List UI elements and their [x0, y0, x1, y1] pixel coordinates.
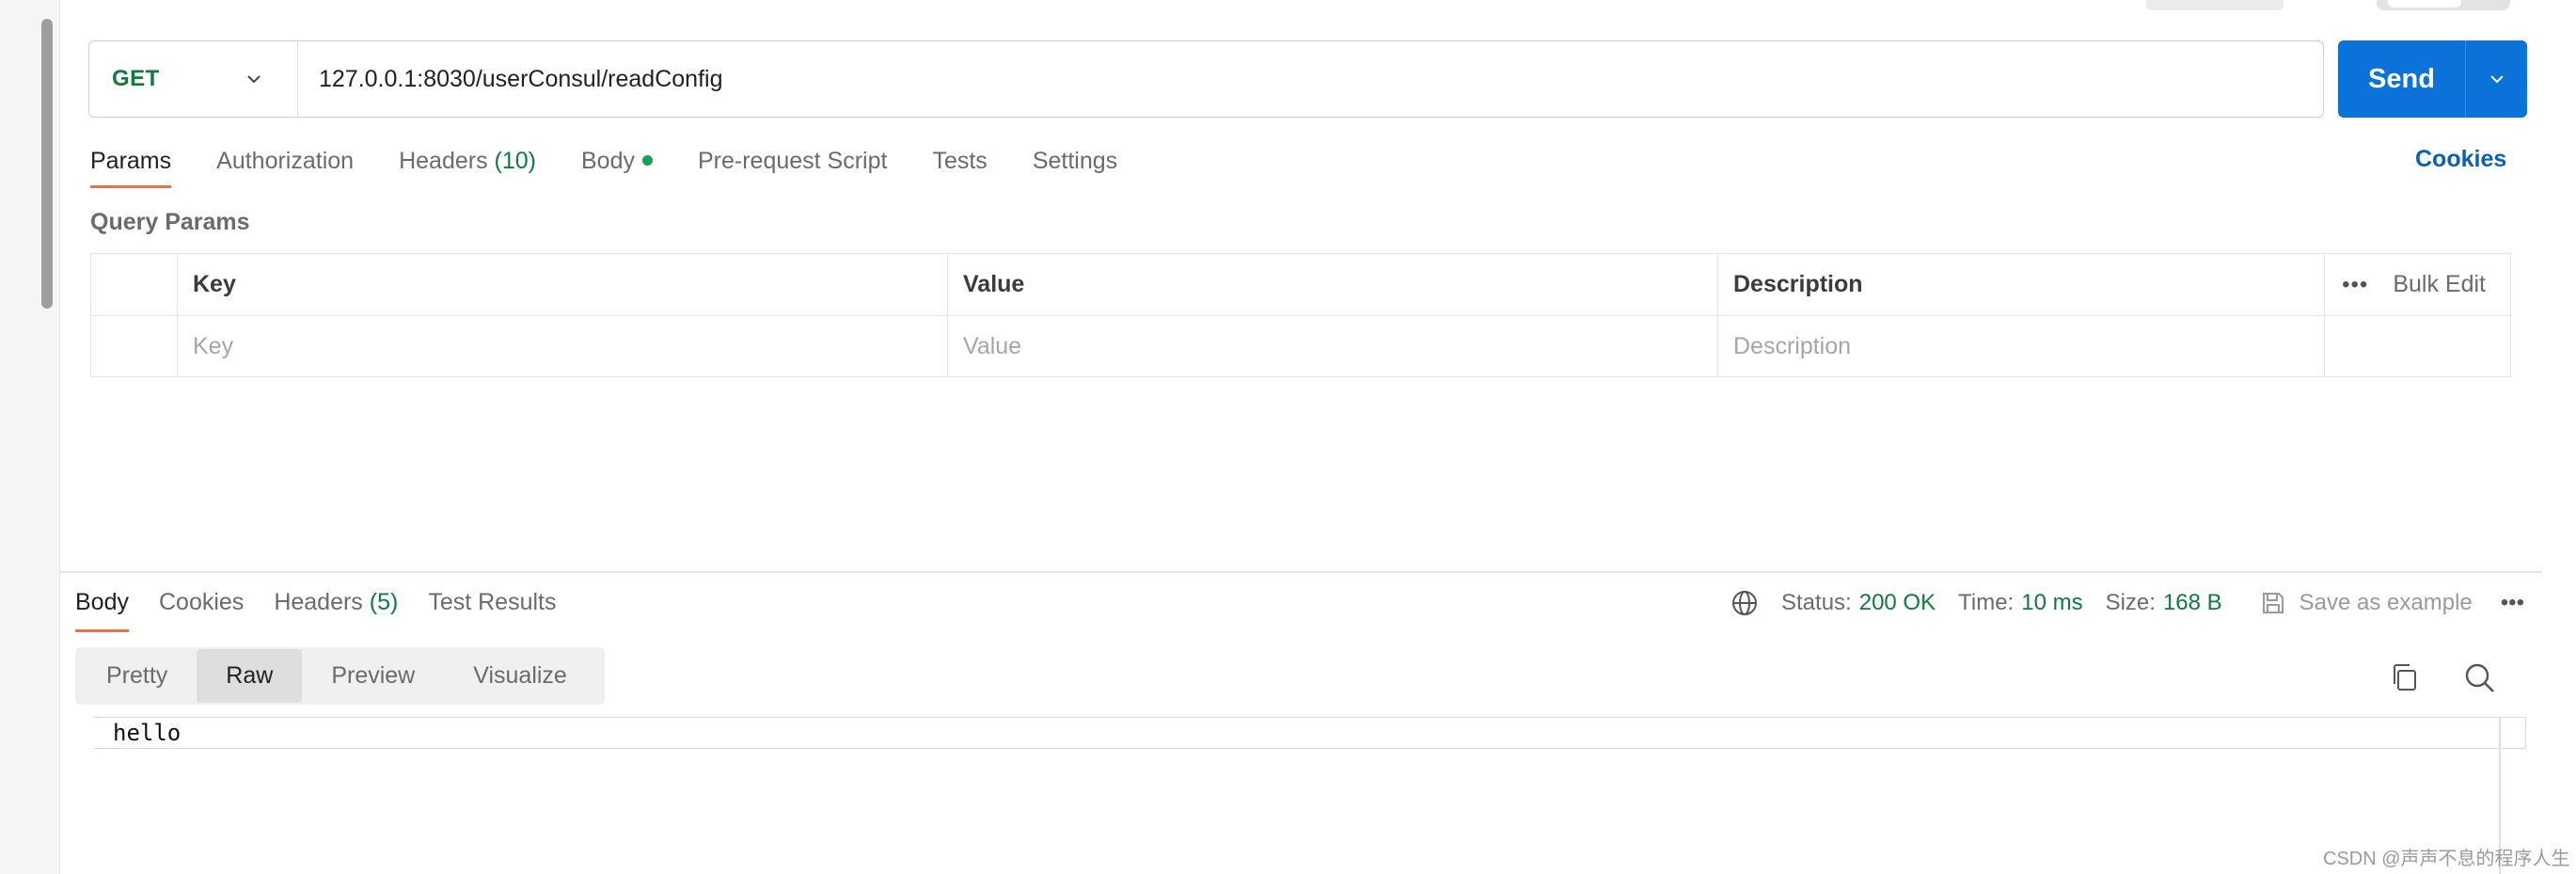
- send-button[interactable]: Send: [2338, 40, 2466, 118]
- request-tabs: Params Authorization Headers (10) Body P…: [90, 141, 1162, 188]
- tab-label: Params: [90, 148, 172, 174]
- tab-params[interactable]: Params: [90, 141, 172, 188]
- tab-tests[interactable]: Tests: [932, 141, 987, 188]
- tab-settings[interactable]: Settings: [1033, 141, 1117, 188]
- scrollbar-thumb[interactable]: [41, 19, 53, 309]
- row-actions: [2324, 316, 2510, 376]
- body-indicator-dot: [641, 154, 653, 166]
- send-options-button[interactable]: [2466, 40, 2527, 118]
- globe-icon[interactable]: [1731, 589, 1759, 617]
- search-icon[interactable]: [2463, 661, 2497, 695]
- more-options-icon[interactable]: •••: [2342, 272, 2368, 298]
- more-options-icon[interactable]: •••: [2501, 590, 2524, 616]
- response-tabs: Body Cookies Headers (5) Test Results: [75, 583, 587, 632]
- tab-label: Headers: [399, 148, 488, 174]
- tab-label: Test Results: [428, 589, 557, 615]
- tab-headers[interactable]: Headers (10): [399, 141, 536, 188]
- response-view-switch: Pretty Raw Preview Visualize: [75, 647, 605, 705]
- method-select[interactable]: GET: [89, 41, 298, 117]
- chevron-down-icon: [247, 75, 261, 84]
- view-visualize[interactable]: Visualize: [444, 649, 596, 703]
- tab-label: Authorization: [216, 148, 355, 174]
- response-headers-count: (5): [369, 589, 399, 615]
- tab-pre-request-script[interactable]: Pre-request Script: [698, 141, 887, 188]
- tab-test-results[interactable]: Test Results: [428, 583, 556, 632]
- table-row: Key Value Description: [91, 315, 2510, 376]
- description-column-header: Description: [1717, 254, 2324, 315]
- status-value[interactable]: 200 OK: [1859, 590, 1936, 616]
- time-label: Time:: [1958, 590, 2015, 615]
- value-column-header: Value: [947, 254, 1717, 315]
- table-actions: ••• Bulk Edit: [2324, 254, 2510, 315]
- view-pretty[interactable]: Pretty: [77, 649, 197, 703]
- key-input[interactable]: Key: [177, 316, 947, 376]
- view-preview[interactable]: Preview: [302, 649, 444, 703]
- response-status-bar: Status: 200 OK Time: 10 ms Size: 168 B S…: [1731, 587, 2524, 619]
- save-as-example-label: Save as example: [2299, 590, 2473, 615]
- row-checkbox[interactable]: [91, 316, 177, 376]
- top-toolbar-stub: [2146, 0, 2284, 10]
- description-input[interactable]: Description: [1717, 316, 2324, 376]
- tab-label: Settings: [1032, 148, 1118, 174]
- top-toggle-stub[interactable]: [2377, 0, 2510, 10]
- tab-response-body[interactable]: Body: [75, 583, 129, 632]
- save-as-example-button[interactable]: Save as example: [2260, 590, 2473, 616]
- tab-label: Cookies: [158, 589, 245, 615]
- chevron-down-icon: [2489, 75, 2504, 84]
- cookies-link[interactable]: Cookies: [2415, 146, 2506, 173]
- send-button-group: Send: [2338, 40, 2527, 118]
- tab-label: Pre-request Script: [697, 148, 888, 174]
- response-body-text: hello: [113, 720, 182, 746]
- tab-label: Tests: [932, 148, 988, 174]
- copy-icon[interactable]: [2389, 661, 2421, 693]
- tab-response-cookies[interactable]: Cookies: [159, 583, 244, 632]
- headers-count: (10): [494, 148, 536, 174]
- save-icon: [2262, 593, 2284, 613]
- tab-authorization[interactable]: Authorization: [216, 141, 354, 188]
- tab-response-headers[interactable]: Headers (5): [274, 583, 398, 632]
- query-params-title: Query Params: [90, 209, 250, 235]
- url-input[interactable]: 127.0.0.1:8030/userConsul/readConfig: [298, 66, 722, 93]
- pane-divider[interactable]: [60, 571, 2542, 573]
- size-label: Size:: [2105, 590, 2156, 615]
- value-input[interactable]: Value: [947, 316, 1717, 376]
- bulk-edit-button[interactable]: Bulk Edit: [2393, 271, 2486, 298]
- tab-label: Body: [581, 148, 635, 174]
- response-body-area[interactable]: [94, 717, 2526, 749]
- view-raw[interactable]: Raw: [197, 649, 303, 703]
- tab-label: Body: [75, 589, 129, 615]
- status-label: Status:: [1781, 590, 1852, 615]
- method-label: GET: [112, 66, 160, 91]
- request-url-bar: GET 127.0.0.1:8030/userConsul/readConfig: [88, 40, 2324, 118]
- checkbox-column-header: [91, 254, 177, 315]
- key-column-header: Key: [177, 254, 947, 315]
- query-params-table: Key Value Description ••• Bulk Edit Key …: [90, 253, 2511, 377]
- table-header-row: Key Value Description ••• Bulk Edit: [91, 254, 2510, 315]
- tab-body[interactable]: Body: [581, 141, 653, 188]
- size-value[interactable]: 168 B: [2163, 590, 2222, 616]
- watermark: CSDN @声声不息的程序人生: [2323, 849, 2570, 869]
- tab-label: Headers: [274, 589, 363, 615]
- time-value[interactable]: 10 ms: [2021, 590, 2082, 616]
